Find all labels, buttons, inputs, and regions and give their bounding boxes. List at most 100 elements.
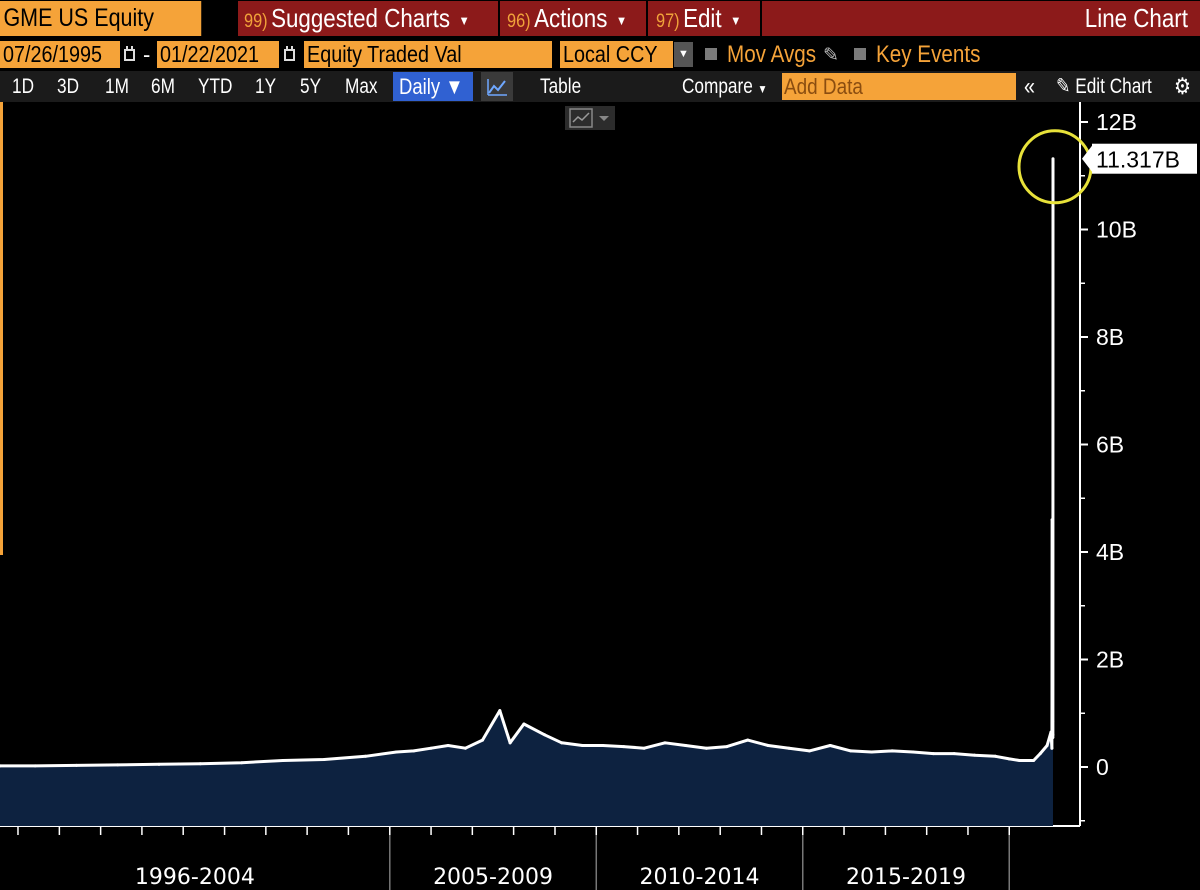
series-point [1051,735,1055,739]
series-point [725,745,729,749]
field-value: Equity Traded Val [307,41,462,67]
start-date-field[interactable]: 07/26/1995 [0,41,120,68]
y-tick-label: 10B [1096,217,1137,243]
dropdown-arrow-icon: ▼ [757,82,768,96]
mov-avgs-checkbox[interactable] [705,48,717,60]
series-point [849,749,853,753]
series-point [1049,730,1053,734]
series-point [911,750,915,754]
series-point [1050,703,1054,707]
period-ytd[interactable]: YTD [198,71,232,102]
series-point [993,754,997,758]
y-tick-label: 8B [1096,324,1124,350]
period-6m[interactable]: 6M [151,71,175,102]
series-point [560,741,564,745]
series-point [522,722,526,726]
series-point [828,744,832,747]
series-point [481,738,485,742]
series-point [1050,698,1054,702]
series-point [116,763,120,767]
dropdown-arrow-icon[interactable]: ▼ [674,42,693,67]
chart-type-title: Line Chart [1084,3,1188,33]
series-point [240,761,244,765]
series-point [412,749,416,753]
traded-value-chart: 0 2B 4B 6B 8B 10B 12B 1996-2004 2005-2009 2010-20… [0,102,1197,890]
dropdown-arrow-icon: ▼ [615,12,628,28]
title-bar: GME US Equity 99) Suggested Charts ▼ 96) Ac… [0,0,1200,38]
period-max[interactable]: Max [345,71,378,102]
menu-label: Edit [683,3,722,33]
series-point [498,709,502,713]
period-1d[interactable]: 1D [12,71,34,102]
selection-bar: 07/26/1995 - 01/22/2021 Equity Traded Va… [0,40,1200,70]
series-point [746,738,750,742]
gear-icon[interactable]: ⚙ [1174,71,1191,102]
period-3d[interactable]: 3D [57,71,79,102]
edit-chart-label: Edit Chart [1075,75,1152,98]
series-point [364,754,368,758]
series-point [766,744,770,747]
period-5y[interactable]: 5Y [300,71,321,102]
line-chart-icon [487,79,507,96]
dropdown-arrow-icon: ▼ [458,12,470,28]
table-view-button[interactable]: Table [540,71,581,102]
menu-label: Actions [534,3,608,33]
x-group-label: 2005-2009 [433,865,553,890]
series-point [663,741,667,745]
series-point [684,744,688,747]
series-point [1018,759,1022,763]
series-point [1038,752,1042,756]
actions-menu[interactable]: 96) Actions ▼ [507,1,627,36]
series-point [931,752,935,756]
edit-menu[interactable]: 97) Edit ▼ [656,1,741,36]
series-point [508,741,512,745]
series-point [580,744,584,747]
ticker-field[interactable]: GME US Equity [0,1,202,36]
edit-chart-button[interactable]: ✎ Edit Chart [1056,71,1152,102]
y-tick-label: 6B [1096,432,1124,458]
end-date-value: 01/22/2021 [160,41,260,67]
key-events-checkbox[interactable] [854,48,866,60]
series-point [446,744,450,747]
series-point [1050,746,1054,750]
series-point [952,752,956,756]
calendar-icon[interactable] [123,46,136,62]
series-point [74,763,78,767]
series-line [0,158,1055,768]
dropdown-arrow-icon: ▼ [445,74,464,99]
last-value-label: 11.317B [1096,147,1180,173]
date-range-separator: - [143,42,151,67]
series-point [1051,157,1055,161]
mov-avgs-label: Mov Avgs [727,41,817,68]
frequency-dropdown[interactable]: Daily ▼ [399,72,464,101]
menu-number: 99) [244,11,268,32]
end-date-field[interactable]: 01/22/2021 [157,41,279,68]
currency-selector[interactable]: Local CCY [560,41,673,68]
suggested-charts-menu[interactable]: 99) Suggested Charts ▼ [244,1,470,36]
series-point [281,759,285,763]
menu-number: 96) [507,11,531,32]
menu-divider [646,1,648,36]
currency-value: Local CCY [563,41,658,67]
series-point [429,746,433,750]
add-data-input[interactable]: Add Data [782,73,1016,100]
line-chart-view-button[interactable] [481,72,513,101]
series-point [157,762,161,766]
x-group-label: 1996-2004 [135,865,255,890]
chart-style-icon [569,108,609,128]
series-point [1032,759,1036,763]
period-1y[interactable]: 1Y [255,71,276,102]
series-point [463,746,467,750]
pencil-icon[interactable]: ✎ [823,44,839,67]
y-tick-label: 2B [1096,647,1124,673]
series-point [198,762,202,766]
chart-style-control[interactable] [565,106,615,130]
chevrons-left-icon[interactable]: « [1024,71,1035,102]
series-point [622,745,626,749]
period-1m[interactable]: 1M [105,71,129,102]
compare-dropdown[interactable]: Compare ▼ [682,71,767,102]
calendar-icon[interactable] [283,46,296,62]
frequency-label: Daily [399,74,441,99]
start-date-value: 07/26/1995 [3,41,103,67]
field-selector[interactable]: Equity Traded Val [304,41,552,68]
